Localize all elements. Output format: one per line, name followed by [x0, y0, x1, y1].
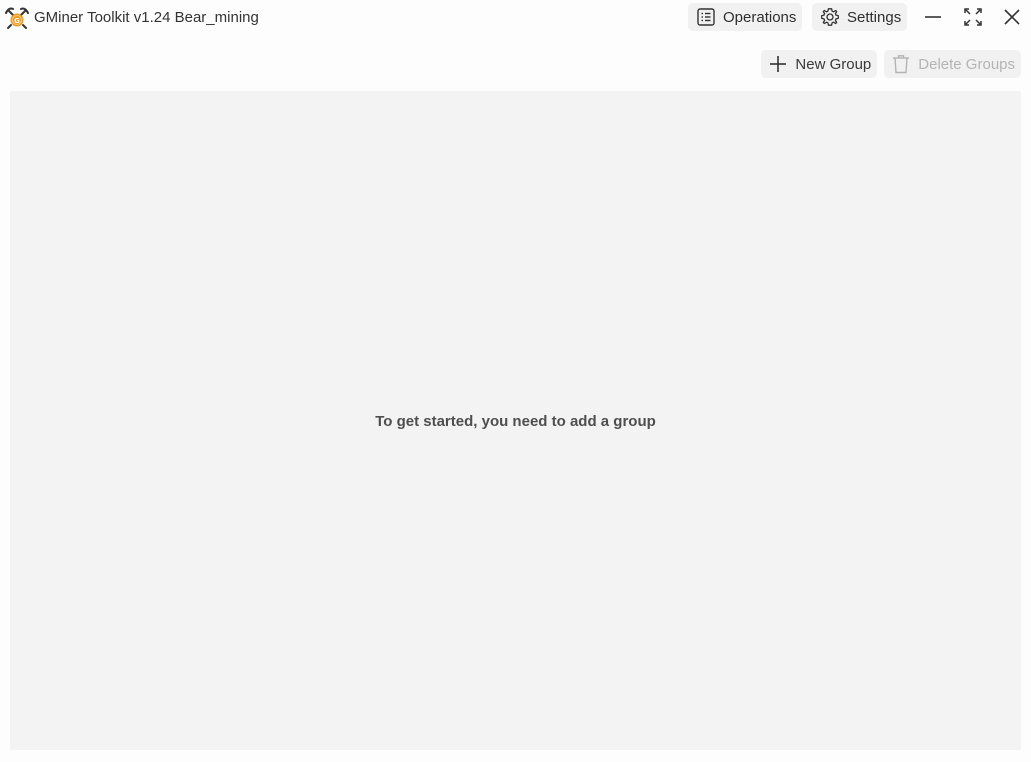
new-group-button[interactable]: New Group — [761, 50, 878, 78]
maximize-button[interactable] — [956, 3, 990, 31]
delete-groups-button[interactable]: Delete Groups — [884, 50, 1021, 78]
plus-icon — [770, 56, 787, 72]
svg-text:G: G — [14, 17, 20, 25]
app-window: G GMiner Toolkit v1.24 Bear_mining Opera… — [0, 0, 1031, 762]
minimize-button[interactable] — [916, 3, 950, 31]
pickaxe-coin-logo-icon: G — [5, 7, 29, 29]
empty-state-message: To get started, you need to add a group — [375, 413, 656, 430]
new-group-label: New Group — [795, 55, 872, 73]
gear-icon — [821, 8, 839, 26]
window-title: GMiner Toolkit v1.24 Bear_mining — [34, 9, 259, 26]
delete-groups-label: Delete Groups — [918, 55, 1015, 73]
close-button[interactable] — [995, 3, 1029, 31]
group-toolbar: New Group Delete Groups — [761, 50, 1021, 78]
operations-button[interactable]: Operations — [688, 3, 803, 31]
list-icon — [697, 8, 715, 26]
title-bar[interactable]: G GMiner Toolkit v1.24 Bear_mining Opera… — [0, 0, 1031, 36]
operations-label: Operations — [723, 8, 797, 26]
settings-label: Settings — [847, 8, 902, 26]
trash-icon — [893, 55, 910, 74]
maximize-icon — [964, 8, 982, 26]
minimize-icon — [925, 16, 941, 18]
settings-button[interactable]: Settings — [812, 3, 908, 31]
groups-panel: To get started, you need to add a group — [10, 91, 1021, 750]
close-icon — [1004, 9, 1020, 25]
